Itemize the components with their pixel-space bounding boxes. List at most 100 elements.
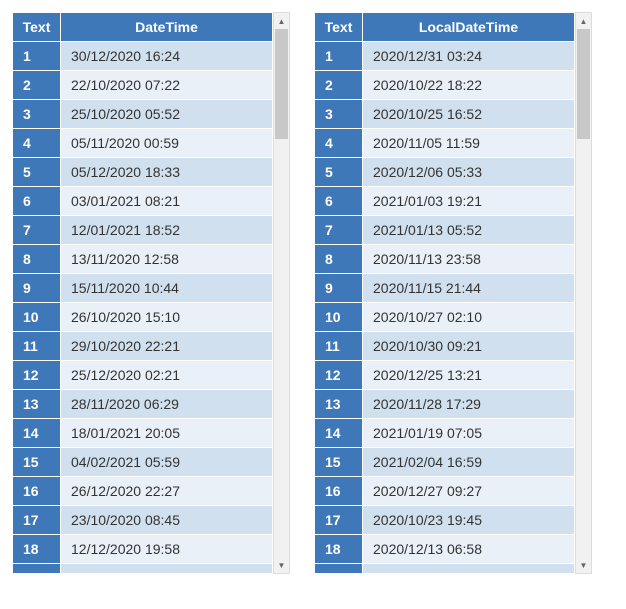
row-index: 4 [315,129,363,158]
scroll-down-icon[interactable]: ▼ [576,557,591,573]
table-row[interactable]: 1626/12/2020 22:27 [13,477,273,506]
row-index: 5 [13,158,61,187]
table-row[interactable]: 1328/11/2020 06:29 [13,390,273,419]
row-index: 16 [13,477,61,506]
row-value: 2020/12/25 13:21 [363,361,575,390]
row-value: 18/01/2021 20:05 [61,419,273,448]
row-index: 14 [13,419,61,448]
table-row[interactable]: 92020/11/15 21:44 [315,274,575,303]
scroll-track[interactable] [274,29,289,557]
row-value: 26/12/2020 22:27 [61,477,273,506]
row-index: 10 [315,303,363,332]
table-row[interactable]: 72021/01/13 05:52 [315,216,575,245]
row-index: 7 [315,216,363,245]
header-localdatetime[interactable]: LocalDateTime [363,13,575,42]
table-row[interactable]: 12020/12/31 03:24 [315,42,575,71]
tables-container: Text DateTime 130/12/2020 16:24222/10/20… [12,12,614,574]
table-row[interactable]: 813/11/2020 12:58 [13,245,273,274]
row-index: 10 [13,303,61,332]
row-index: 14 [315,419,363,448]
row-index: 6 [13,187,61,216]
table-row[interactable]: 325/10/2020 05:52 [13,100,273,129]
scroll-down-icon[interactable]: ▼ [274,557,289,573]
row-value: 04/02/2021 05:59 [61,448,273,477]
scrollbar-right[interactable]: ▲ ▼ [575,12,592,574]
row-value: 2021/01/03 19:21 [363,187,575,216]
row-value: 05/12/2020 18:33 [61,158,273,187]
table-row[interactable]: 1026/10/2020 15:10 [13,303,273,332]
row-index: 7 [13,216,61,245]
table-row[interactable]: 1418/01/2021 20:05 [13,419,273,448]
table-row[interactable]: 112020/10/30 09:21 [315,332,575,361]
table-row[interactable]: 102020/10/27 02:10 [315,303,575,332]
row-value: 2020/11/28 17:29 [363,390,575,419]
table-row[interactable]: 1504/02/2021 05:59 [13,448,273,477]
row-index: 15 [315,448,363,477]
row-index: 8 [13,245,61,274]
table-row[interactable]: 130/12/2020 16:24 [13,42,273,71]
row-value: 2020/11/13 23:58 [363,245,575,274]
table-row-partial [315,564,575,574]
table-row[interactable]: 142021/01/19 07:05 [315,419,575,448]
table-datetime: Text DateTime 130/12/2020 16:24222/10/20… [12,12,290,574]
table-row[interactable]: 915/11/2020 10:44 [13,274,273,303]
row-value: 2021/01/13 05:52 [363,216,575,245]
row-value: 2020/10/27 02:10 [363,303,575,332]
table-row[interactable]: 405/11/2020 00:59 [13,129,273,158]
row-index: 4 [13,129,61,158]
table-row[interactable]: 603/01/2021 08:21 [13,187,273,216]
header-text[interactable]: Text [13,13,61,42]
row-index: 17 [315,506,363,535]
row-index: 12 [13,361,61,390]
row-value: 26/10/2020 15:10 [61,303,273,332]
table-row[interactable]: 62021/01/03 19:21 [315,187,575,216]
row-value: 15/11/2020 10:44 [61,274,273,303]
scroll-track[interactable] [576,29,591,557]
row-index: 11 [315,332,363,361]
row-index: 13 [13,390,61,419]
table-row[interactable]: 82020/11/13 23:58 [315,245,575,274]
table-row[interactable]: 132020/11/28 17:29 [315,390,575,419]
row-value: 2021/01/19 07:05 [363,419,575,448]
table-row[interactable]: 122020/12/25 13:21 [315,361,575,390]
table-row[interactable]: 172020/10/23 19:45 [315,506,575,535]
table-row[interactable]: 52020/12/06 05:33 [315,158,575,187]
table-row[interactable]: 222/10/2020 07:22 [13,71,273,100]
row-value: 25/12/2020 02:21 [61,361,273,390]
row-value: 12/12/2020 19:58 [61,535,273,564]
table-row[interactable]: 152021/02/04 16:59 [315,448,575,477]
table-row[interactable]: 1723/10/2020 08:45 [13,506,273,535]
row-value: 03/01/2021 08:21 [61,187,273,216]
table-row[interactable]: 32020/10/25 16:52 [315,100,575,129]
row-index: 16 [315,477,363,506]
row-index: 1 [13,42,61,71]
table-row[interactable]: 182020/12/13 06:58 [315,535,575,564]
row-index: 1 [315,42,363,71]
table-row[interactable]: 1225/12/2020 02:21 [13,361,273,390]
row-index: 2 [13,71,61,100]
table-row[interactable]: 22020/10/22 18:22 [315,71,575,100]
header-text[interactable]: Text [315,13,363,42]
row-value: 2020/12/27 09:27 [363,477,575,506]
row-index: 12 [315,361,363,390]
table-row[interactable]: 162020/12/27 09:27 [315,477,575,506]
row-value: 29/10/2020 22:21 [61,332,273,361]
row-value: 2021/02/04 16:59 [363,448,575,477]
row-value: 2020/12/31 03:24 [363,42,575,71]
scroll-thumb[interactable] [577,29,590,139]
scroll-up-icon[interactable]: ▲ [274,13,289,29]
header-datetime[interactable]: DateTime [61,13,273,42]
row-index: 18 [13,535,61,564]
table-row[interactable]: 42020/11/05 11:59 [315,129,575,158]
table-row[interactable]: 712/01/2021 18:52 [13,216,273,245]
table-row[interactable]: 1129/10/2020 22:21 [13,332,273,361]
row-value: 30/12/2020 16:24 [61,42,273,71]
scroll-up-icon[interactable]: ▲ [576,13,591,29]
scrollbar-left[interactable]: ▲ ▼ [273,12,290,574]
table-row[interactable]: 505/12/2020 18:33 [13,158,273,187]
row-value [61,564,273,574]
table-row[interactable]: 1812/12/2020 19:58 [13,535,273,564]
row-index: 15 [13,448,61,477]
scroll-thumb[interactable] [275,29,288,139]
row-index: 9 [315,274,363,303]
